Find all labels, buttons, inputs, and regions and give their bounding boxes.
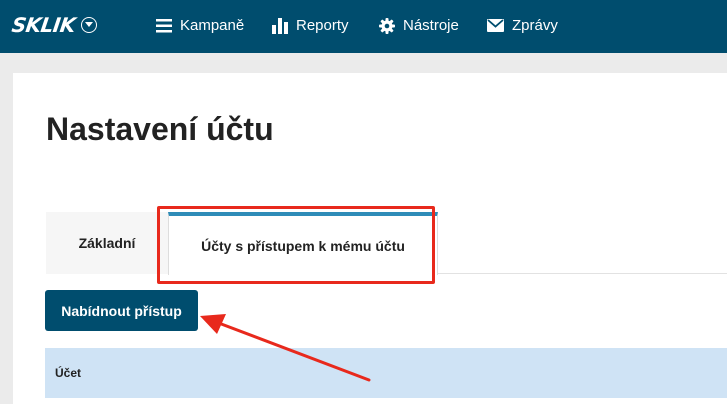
column-header-account[interactable]: Účet	[55, 366, 81, 380]
menu-icon	[155, 17, 172, 34]
nav-item-label: Kampaně	[180, 17, 245, 34]
nav-item-messages[interactable]: Zprávy	[487, 17, 558, 34]
nav-item-tools[interactable]: Nástroje	[378, 17, 459, 34]
gear-icon	[378, 17, 395, 34]
page-title: Nastavení účtu	[46, 111, 274, 147]
nav-item-reports[interactable]: Reporty	[271, 17, 349, 34]
logo-text: SKLIK	[10, 13, 77, 37]
nav-item-campaigns[interactable]: Kampaně	[155, 17, 244, 34]
tab-basic[interactable]: Základní	[46, 212, 168, 274]
sklik-logo[interactable]: SKLIK	[10, 13, 98, 37]
offer-access-button[interactable]: Nabídnout přístup	[45, 290, 198, 331]
envelope-icon	[487, 17, 504, 34]
account-dropdown-icon[interactable]	[81, 17, 98, 33]
bar-chart-icon	[271, 17, 288, 34]
nav-item-label: Zprávy	[512, 17, 558, 34]
nav-item-label: Nástroje	[403, 17, 459, 34]
table-header: Účet	[45, 348, 727, 398]
top-navigation-bar: SKLIK Kampaně Reporty Nástroje Zprávy	[0, 0, 727, 53]
highlight-annotation	[157, 206, 435, 284]
nav-item-label: Reporty	[296, 17, 349, 34]
